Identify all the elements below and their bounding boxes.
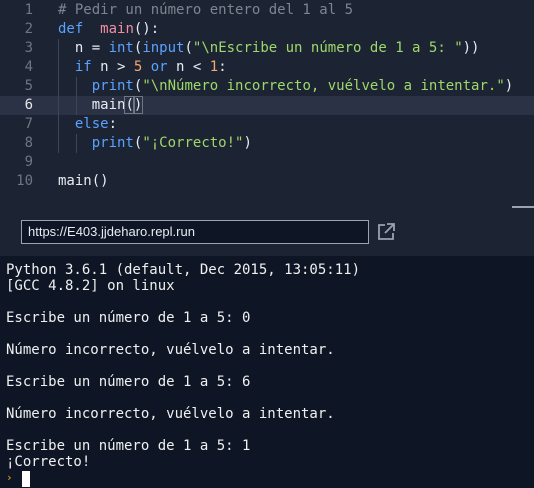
line-number: 8: [24, 135, 33, 151]
console-output[interactable]: Python 3.6.1 (default, Dec 2015, 13:05:1…: [0, 256, 534, 488]
code-editor[interactable]: 1 # Pedir un número entero del 1 al 5 2 def…: [0, 0, 534, 210]
code-text: print("¡Correcto!"): [91, 135, 252, 151]
console-prompt-icon: ›: [6, 471, 13, 484]
code-line[interactable]: 5 print("\nNúmero incorrecto, vuélvelo a…: [0, 77, 534, 96]
repl-url-field[interactable]: https://E403.jjdeharo.repl.run: [21, 220, 369, 244]
code-text: if n > 5 or n < 1:: [74, 59, 227, 75]
url-bar: https://E403.jjdeharo.repl.run: [0, 216, 534, 256]
line-number: 7: [24, 116, 33, 132]
line-number: 2: [24, 21, 33, 37]
console-line: ¡Correcto!: [6, 454, 91, 470]
code-text: print("\nNúmero incorrecto, vuélvelo a i…: [91, 78, 514, 94]
code-line[interactable]: 1 # Pedir un número entero del 1 al 5: [0, 1, 534, 20]
code-line[interactable]: 3 n = int(input("\nEscribe un número de …: [0, 39, 534, 58]
line-number: 6: [24, 97, 33, 113]
console-line: Escribe un número de 1 a 5: 0: [6, 310, 251, 326]
open-in-new-tab-icon[interactable]: [376, 222, 396, 242]
code-line[interactable]: 2 def main():: [0, 20, 534, 39]
code-text: # Pedir un número entero del 1 al 5: [58, 2, 354, 18]
code-text: def main():: [58, 21, 160, 37]
line-number: 1: [24, 2, 33, 18]
code-text: main(): [58, 96, 144, 114]
code-text: n = int(input("\nEscribe un número de 1 …: [58, 40, 480, 56]
console-line: [GCC 4.8.2] on linux: [6, 278, 175, 294]
line-number: 5: [24, 78, 33, 94]
console-line: Número incorrecto, vuélvelo a intentar.: [6, 406, 335, 422]
line-number: 4: [24, 59, 33, 75]
resize-grip[interactable]: [512, 206, 534, 208]
line-number: 3: [24, 40, 33, 56]
code-line[interactable]: 10 main(): [0, 172, 534, 191]
code-line[interactable]: 9: [0, 153, 534, 172]
console-line: Escribe un número de 1 a 5: 1: [6, 438, 251, 454]
console-line: Python 3.6.1 (default, Dec 2015, 13:05:1…: [6, 262, 361, 278]
line-number: 9: [24, 154, 33, 170]
code-text: else:: [74, 116, 118, 132]
code-line[interactable]: 8 print("¡Correcto!"): [0, 134, 534, 153]
code-line[interactable]: 4 if n > 5 or n < 1:: [0, 58, 534, 77]
console-line: Número incorrecto, vuélvelo a intentar.: [6, 342, 335, 358]
line-number: 10: [16, 173, 33, 189]
console-cursor: [22, 471, 30, 487]
code-line[interactable]: 7 else:: [0, 115, 534, 134]
console-line: Escribe un número de 1 a 5: 6: [6, 374, 251, 390]
code-line[interactable]: 6 main(): [0, 96, 534, 115]
code-text: main(): [58, 173, 109, 189]
